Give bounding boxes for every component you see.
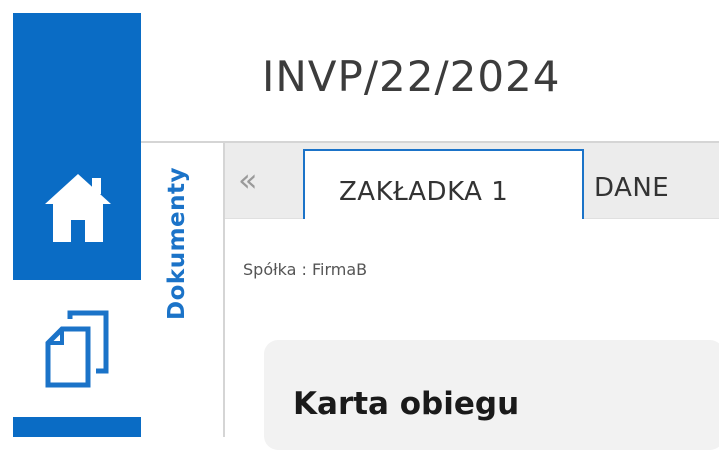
sidebar-item-documents[interactable] — [13, 280, 141, 417]
left-margin — [0, 0, 13, 437]
collapse-icon[interactable]: « — [238, 164, 258, 196]
company-label: Spółka : FirmaB — [243, 260, 368, 279]
tab-dane[interactable]: DANE — [594, 173, 669, 203]
page-title: INVP/22/2024 — [262, 52, 561, 101]
documents-icon — [45, 310, 109, 388]
sidebar-item-home[interactable] — [13, 140, 141, 280]
documents-panel-label[interactable]: Dokumenty — [164, 167, 190, 320]
nav-rail-bottom — [13, 417, 141, 437]
home-icon — [45, 174, 111, 242]
tab-label: ZAKŁADKA 1 — [339, 177, 509, 207]
tab-zakladka-1[interactable]: ZAKŁADKA 1 — [303, 149, 584, 219]
card-title: Karta obiegu — [293, 386, 520, 422]
